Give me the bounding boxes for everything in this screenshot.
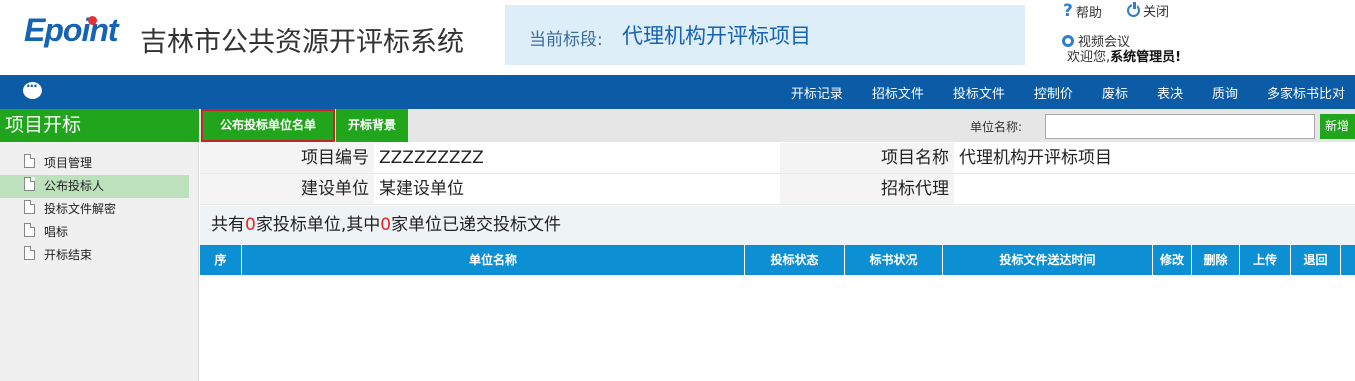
column-header-return[interactable]: 退回 <box>1291 245 1341 275</box>
help-label: 帮助 <box>1075 5 1102 21</box>
sidebar: 项目开标 项目管理 公布投标人 投标文件解密 唱标 开标结束 <box>0 109 199 381</box>
document-icon <box>24 246 35 260</box>
total-bidders-count: 0 <box>245 215 256 235</box>
help-link[interactable]: ? 帮助 <box>1063 1 1102 21</box>
submitted-bidders-count: 0 <box>380 215 392 235</box>
video-icon <box>1062 34 1074 47</box>
column-header-edit[interactable]: 修改 <box>1153 245 1192 275</box>
add-button[interactable]: 新增 <box>1320 114 1355 139</box>
sidebar-item-decrypt-bid-files[interactable]: 投标文件解密 <box>0 198 189 221</box>
summary-part1: 共有 <box>211 215 245 235</box>
project-name-value: 代理机构开评标项目 <box>959 148 1112 168</box>
sidebar-item-project-management[interactable]: 项目管理 <box>0 152 189 175</box>
nav-item-tender-document[interactable]: 招标文件 <box>872 83 924 102</box>
document-icon <box>24 154 35 168</box>
close-label: 关闭 <box>1143 5 1170 20</box>
current-section-label: 当前标段: <box>529 30 603 50</box>
document-icon <box>24 223 35 237</box>
header: Epoint 吉林市公共资源开评标系统 当前标段: 代理机构开评标项目 ? 帮助… <box>0 0 1355 75</box>
help-icon: ? <box>1063 1 1073 21</box>
sidebar-item-bid-reading[interactable]: 唱标 <box>0 221 189 244</box>
builder-value: 某建设单位 <box>379 179 464 199</box>
sidebar-item-label: 项目管理 <box>44 156 93 170</box>
info-row: 项目编号 ZZZZZZZZZ 项目名称 代理机构开评标项目 <box>200 143 1355 174</box>
column-header-upload[interactable]: 上传 <box>1240 245 1291 275</box>
summary-part2: 家投标单位,其中 <box>255 215 381 235</box>
system-title: 吉林市公共资源开评标系统 <box>140 27 464 58</box>
nav-items: 开标记录 招标文件 投标文件 控制价 废标 表决 质询 多家标书比对 <box>762 75 1345 109</box>
agent-label: 招标代理 <box>780 174 954 204</box>
nav-item-void-bid[interactable]: 废标 <box>1102 83 1128 102</box>
nav-item-bid-opening-record[interactable]: 开标记录 <box>791 83 843 102</box>
publish-bidders-button[interactable]: 公布投标单位名单 <box>201 109 335 142</box>
column-header-document-status[interactable]: 标书状况 <box>845 245 943 275</box>
sidebar-item-publish-bidders[interactable]: 公布投标人 <box>0 175 189 198</box>
main-content: 公布投标单位名单 开标背景 单位名称: 新增 项目编号 ZZZZZZZZZ 项目… <box>200 109 1355 381</box>
project-code-label: 项目编号 <box>200 143 374 173</box>
agent-value <box>954 174 1355 204</box>
bid-summary: 共有0家投标单位,其中0家单位已递交投标文件 <box>200 206 1355 245</box>
column-header-delivery-time[interactable]: 投标文件送达时间 <box>943 245 1153 275</box>
sidebar-item-label: 投标文件解密 <box>44 202 117 216</box>
column-header-index[interactable]: 序 <box>200 245 242 275</box>
chat-icon[interactable] <box>23 79 42 99</box>
app-root: Epoint 吉林市公共资源开评标系统 当前标段: 代理机构开评标项目 ? 帮助… <box>0 0 1355 381</box>
unit-name-label: 单位名称: <box>970 120 1023 134</box>
welcome-text: 欢迎您,系统管理员! <box>1067 46 1181 65</box>
info-row: 建设单位 某建设单位 招标代理 <box>200 174 1355 205</box>
column-header-delete[interactable]: 删除 <box>1192 245 1240 275</box>
project-code-value: ZZZZZZZZZ <box>379 148 484 168</box>
close-link[interactable]: 关闭 <box>1127 1 1169 20</box>
nav-item-bid-document[interactable]: 投标文件 <box>953 83 1005 102</box>
nav-item-vote[interactable]: 表决 <box>1157 83 1183 102</box>
sidebar-item-opening-end[interactable]: 开标结束 <box>0 244 189 267</box>
current-section-box: 当前标段: 代理机构开评标项目 <box>505 5 1025 65</box>
current-section-value: 代理机构开评标项目 <box>622 24 811 48</box>
summary-part3: 家单位已递交投标文件 <box>391 215 562 235</box>
project-info: 项目编号 ZZZZZZZZZ 项目名称 代理机构开评标项目 建设单位 某建设单位… <box>200 143 1355 205</box>
logo-text: Epoint <box>24 12 119 48</box>
sidebar-title: 项目开标 <box>0 109 199 142</box>
power-icon <box>1127 2 1140 17</box>
sidebar-item-label: 唱标 <box>44 225 69 239</box>
column-header-unit-name[interactable]: 单位名称 <box>242 245 745 275</box>
document-icon <box>24 200 35 214</box>
sidebar-item-label: 公布投标人 <box>44 179 105 193</box>
logo: Epoint <box>24 12 124 60</box>
nav-item-inquiry[interactable]: 质询 <box>1212 83 1238 102</box>
sidebar-tree: 项目管理 公布投标人 投标文件解密 唱标 开标结束 <box>0 152 199 267</box>
builder-label: 建设单位 <box>200 174 374 204</box>
logo-dot <box>88 16 97 25</box>
welcome-user: 系统管理员! <box>1110 50 1182 65</box>
nav-item-multi-bid-compare[interactable]: 多家标书比对 <box>1267 83 1345 102</box>
top-nav: 开标记录 招标文件 投标文件 控制价 废标 表决 质询 多家标书比对 <box>0 75 1355 109</box>
bidder-grid-header: 序 单位名称 投标状态 标书状况 投标文件送达时间 修改 删除 上传 退回 <box>200 245 1355 275</box>
column-header-bid-status[interactable]: 投标状态 <box>745 245 845 275</box>
unit-name-input[interactable] <box>1045 114 1315 139</box>
document-icon <box>24 177 35 191</box>
project-name-label: 项目名称 <box>780 143 954 173</box>
welcome-prefix: 欢迎您, <box>1067 50 1111 65</box>
opening-background-button[interactable]: 开标背景 <box>336 109 408 142</box>
nav-item-control-price[interactable]: 控制价 <box>1034 83 1073 102</box>
toolbar: 公布投标单位名单 开标背景 单位名称: 新增 <box>200 109 1355 142</box>
sidebar-item-label: 开标结束 <box>44 248 93 262</box>
